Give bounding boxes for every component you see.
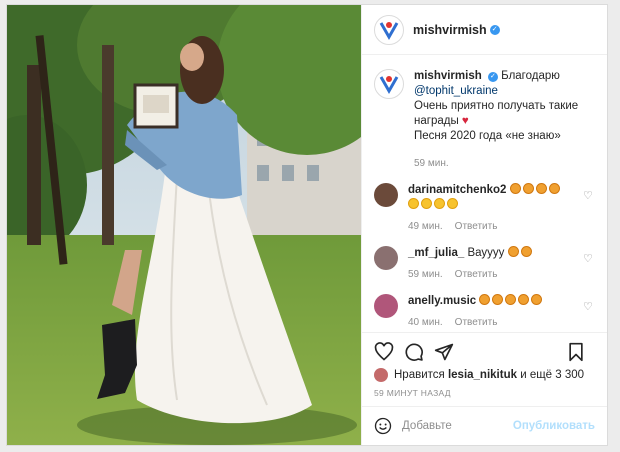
liker-avatar[interactable] <box>374 368 388 382</box>
caption-mention[interactable]: @tophit_ukraine <box>414 85 498 97</box>
photo-illustration <box>7 5 361 445</box>
caption-username[interactable]: mishvirmish <box>414 70 482 82</box>
user-logo-icon[interactable] <box>374 14 404 45</box>
comment-time[interactable]: 40 мин. <box>408 317 443 328</box>
verified-badge-icon: ✓ <box>489 24 500 35</box>
comments-list: mishvirmish ✓ Благодарю @tophit_ukraine … <box>362 55 607 332</box>
emoji-group <box>509 183 562 196</box>
likes-prefix: Нравится <box>394 369 445 381</box>
reply-link[interactable]: Ответить <box>455 221 498 232</box>
post-sidebar: mishvirmish ✓ mishvirmish ✓ Благодарю @t… <box>361 5 607 445</box>
verified-badge-icon: ✓ <box>487 72 498 82</box>
add-comment-bar: Добавьте Опубликовать <box>362 406 607 445</box>
commenter-avatar[interactable] <box>374 246 398 270</box>
header-username[interactable]: mishvirmish <box>413 23 487 37</box>
publish-button[interactable]: Опубликовать <box>513 420 595 432</box>
commenter-avatar[interactable] <box>374 183 398 207</box>
reply-link[interactable]: Ответить <box>455 317 498 328</box>
comment-bubble-icon[interactable] <box>404 342 424 362</box>
comment-username[interactable]: _mf_julia_ <box>408 247 464 259</box>
comment-text: Вауууу <box>467 247 505 259</box>
like-comment-heart-icon[interactable]: ♡ <box>583 300 595 313</box>
reply-link[interactable]: Ответить <box>455 269 498 280</box>
caption-avatar[interactable] <box>374 69 404 99</box>
like-comment-heart-icon[interactable]: ♡ <box>583 252 595 265</box>
share-paper-plane-icon[interactable] <box>434 342 454 362</box>
comment-item: _mf_julia_ Вауууу 59 мин. Ответить ♡ <box>374 246 595 282</box>
comment-time[interactable]: 59 мин. <box>408 269 443 280</box>
emoji-group <box>479 294 544 307</box>
likes-count[interactable]: и ещё 3 300 <box>520 369 584 381</box>
caption-line1: Благодарю <box>501 70 560 82</box>
comment-input[interactable]: Добавьте <box>402 420 513 432</box>
like-heart-icon[interactable] <box>374 342 394 362</box>
comment-username[interactable]: anelly.music <box>408 295 476 307</box>
comment-item: anelly.music 40 мин. Ответить ♡ <box>374 294 595 330</box>
like-comment-heart-icon[interactable]: ♡ <box>583 189 595 202</box>
emoji-group <box>408 198 460 211</box>
likes-summary: Нравится lesia_nikituk и ещё 3 300 <box>374 368 595 382</box>
comment-username[interactable]: darinamitchenko2 <box>408 184 506 196</box>
post-photo[interactable] <box>7 5 361 445</box>
caption-line2: Очень приятно получать такие награды <box>414 100 579 127</box>
liker-username[interactable]: lesia_nikituk <box>448 369 517 381</box>
emoji-smile-icon[interactable] <box>374 417 392 435</box>
caption-line3: Песня 2020 года «не знаю» <box>414 130 561 142</box>
comment-time[interactable]: 49 мин. <box>408 221 443 232</box>
save-bookmark-icon[interactable] <box>567 342 585 362</box>
emoji-group <box>507 246 534 259</box>
red-heart-emoji-icon: ♥ <box>461 115 469 127</box>
comment-item: darinamitchenko2 49 мин. Ответить ♡ <box>374 183 595 234</box>
post-timestamp[interactable]: 59 МИНУТ НАЗАД <box>374 388 595 406</box>
caption: mishvirmish ✓ Благодарю @tophit_ukraine … <box>374 69 595 171</box>
post-header: mishvirmish ✓ <box>362 5 607 55</box>
caption-time[interactable]: 59 мин. <box>414 158 449 169</box>
instagram-post: mishvirmish ✓ mishvirmish ✓ Благодарю @t… <box>6 4 608 446</box>
commenter-avatar[interactable] <box>374 294 398 318</box>
post-actions: Нравится lesia_nikituk и ещё 3 300 59 МИ… <box>362 332 607 406</box>
